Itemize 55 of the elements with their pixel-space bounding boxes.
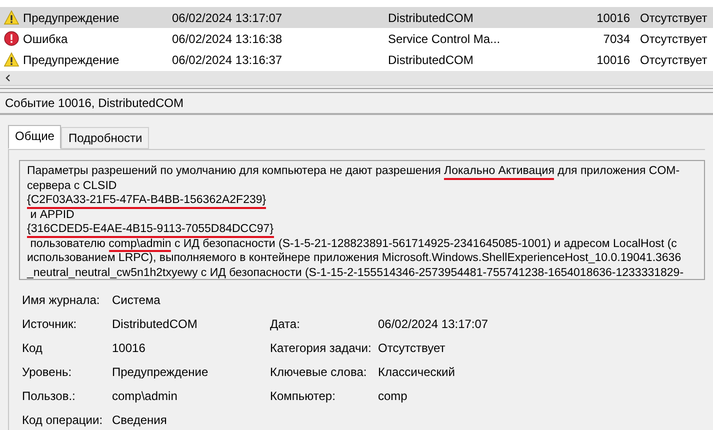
source-cell-text: DistributedCOM — [388, 10, 474, 24]
date-cell-text: 06/02/2024 13:16:37 — [172, 52, 284, 66]
field-label: Уровень: — [22, 365, 73, 379]
level-cell: Предупреждение — [23, 10, 120, 24]
field-value: 06/02/2024 13:17:07 — [378, 317, 488, 331]
field-value: Классический — [378, 365, 455, 379]
field-value: DistributedCOM — [112, 317, 198, 331]
message-text: Локально Активация — [444, 165, 554, 180]
field-value: comp\admin — [112, 389, 178, 403]
field-value: 10016 — [112, 341, 146, 355]
field-label: Источник: — [22, 317, 78, 331]
field-label: Категория задачи: — [270, 341, 372, 355]
field-value: Отсутствует — [378, 341, 446, 355]
message-text: Параметры разрешений по умолчанию для компьютера не дают разрешения — [27, 165, 442, 179]
field-value: comp — [378, 389, 408, 403]
date-cell-text: 06/02/2024 13:16:38 — [172, 32, 284, 46]
message-text: {316CDED5-E4AE-4B15-9113-7055D84DCC97} — [27, 223, 274, 238]
code-cell-text: 10016 — [596, 10, 630, 24]
field-label: Имя журнала: — [22, 293, 101, 307]
source-cell-text: Service Control Ma... — [388, 32, 502, 46]
message-text: пользователю — [29, 238, 106, 252]
category-cell-text: Отсутствует — [639, 10, 708, 24]
code-cell-text: 10016 — [596, 52, 630, 66]
message-text: _neutral_neutral_cw5n1h2txyewy с ИД безопасности (S-1-15-2-155514346-2573954481-755741238-1654018636-1233331829- — [27, 266, 684, 280]
event-title: Событие 10016, DistributedCOM — [0, 93, 713, 115]
level-cell: Предупреждение — [23, 52, 120, 66]
message-text: использованием LRPC), выполняемого в контейнере приложения Microsoft.Windows.ShellExperienceHost_10.0.19041.3636 — [27, 252, 682, 266]
event-row[interactable]: Предупреждение 06/02/2024 13:16:37 DistributedCOM 10016 Отсутствует — [0, 49, 713, 70]
field-value: Система — [112, 293, 162, 307]
category-cell-text: Отсутствует — [639, 52, 708, 66]
horizontal-scrollbar[interactable] — [0, 71, 713, 85]
message-text: и APPID — [29, 208, 74, 222]
message-text: comp\admin — [108, 238, 172, 252]
category-cell-text: Отсутствует — [639, 32, 708, 46]
message-text: для приложения COM- — [556, 165, 680, 179]
message-text: сервера с CLSID — [27, 180, 117, 194]
message-text: с ИД безопасности (S-1-5-21-128823891-561714925-2341645085-1001) и адресом LocalHost (с — [173, 238, 677, 252]
event-row[interactable]: Предупреждение 06/02/2024 13:17:07 DistributedCOM 10016 Отсутствует — [0, 7, 713, 28]
field-label: Компьютер: — [270, 389, 336, 403]
tab[interactable]: Общие — [8, 125, 62, 149]
date-cell-text: 06/02/2024 13:17:07 — [172, 10, 284, 24]
tab[interactable]: Подробности — [61, 127, 150, 149]
field-label: Дата: — [270, 317, 301, 331]
code-cell-text: 7034 — [602, 32, 630, 46]
field-label: Ключевые слова: — [270, 365, 368, 379]
field-value: Предупреждение — [112, 365, 210, 379]
scroll-left-icon[interactable] — [4, 74, 12, 82]
field-label: Пользов.: — [22, 389, 76, 403]
field-label: Код операции: — [22, 413, 104, 427]
field-value: Сведения — [112, 413, 168, 427]
message-text: {C2F03A33-21F5-47FA-B4BB-156362A2F239} — [27, 194, 266, 208]
field-label: Код — [22, 341, 44, 355]
source-cell-text: DistributedCOM — [388, 52, 474, 66]
event-row[interactable]: Ошибка 06/02/2024 13:16:38 Service Control Ma... 7034 Отсутствует — [0, 28, 713, 49]
level-cell: Ошибка — [23, 32, 68, 46]
